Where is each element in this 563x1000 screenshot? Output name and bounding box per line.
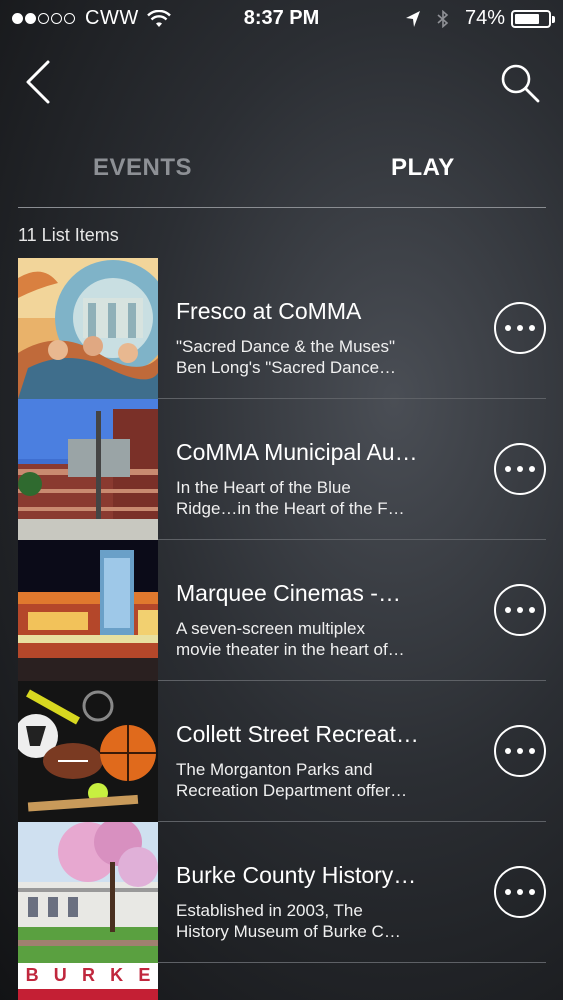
list-item[interactable]: Fresco at CoMMA "Sacred Dance & the Muse… [18,258,546,399]
item-title: Marquee Cinemas -… [176,580,401,606]
item-title: Collett Street Recreat… [176,721,419,747]
logo-letter: U [53,965,67,985]
item-description-line: The Morganton Parks and [176,760,373,779]
more-dot-icon [505,325,511,331]
item-description: The Morganton Parks and Recreation Depar… [176,759,446,801]
location-arrow-icon [405,10,420,27]
more-options-button[interactable] [494,443,546,495]
item-description-line: A seven-screen multiplex [176,619,365,638]
item-description: "Sacred Dance & the Muses" Ben Long's "S… [176,336,446,378]
item-description: In the Heart of the Blue Ridge…in the He… [176,477,446,519]
more-dot-icon [505,466,511,472]
partial-list-item-thumbnail[interactable]: BURKE [18,963,158,1000]
item-title: Burke County History… [176,862,417,888]
battery-fill [515,13,539,24]
logo-letter: B [25,965,39,985]
sports-thumbnail [18,681,158,822]
item-description-line: In the Heart of the Blue [176,478,351,497]
item-description-line: Established in 2003, The [176,901,363,920]
list: Fresco at CoMMA "Sacred Dance & the Muse… [18,258,546,963]
list-item[interactable]: Marquee Cinemas -… A seven-screen multip… [18,540,546,681]
more-dot-icon [505,748,511,754]
logo-letter: E [138,965,151,985]
logo-letter: K [110,965,124,985]
item-description-line: History Museum of Burke C… [176,922,401,941]
battery-icon [511,9,555,28]
search-icon [501,64,540,103]
auditorium-thumbnail [18,399,158,540]
museum-thumbnail [18,822,158,963]
list-item[interactable]: Burke County History… Established in 200… [18,822,546,963]
tab-bar: EVENTS PLAY [18,140,546,208]
more-options-button[interactable] [494,302,546,354]
bluetooth-icon [437,9,449,28]
item-description: A seven-screen multiplex movie theater i… [176,618,446,660]
divider [158,962,546,963]
item-title: CoMMA Municipal Au… [176,439,418,465]
status-right: 74% [405,7,555,30]
status-bar: CWW 8:37 PM 74% [0,0,563,38]
tab-play[interactable]: PLAY [391,154,455,182]
item-description-line: Ridge…in the Heart of the F… [176,499,405,518]
list-item[interactable]: CoMMA Municipal Au… In the Heart of the … [18,399,546,540]
search-button[interactable] [499,62,541,104]
logo-letter: R [81,965,95,985]
item-description: Established in 2003, The History Museum … [176,900,446,942]
more-dot-icon [505,889,511,895]
more-options-button[interactable] [494,584,546,636]
tab-events[interactable]: EVENTS [93,154,192,182]
item-description-line: movie theater in the heart of… [176,640,405,659]
list-item-count: 11 List Items [18,225,119,245]
list-item[interactable]: Collett Street Recreat… The Morganton Pa… [18,681,546,822]
fresco-thumbnail [18,258,158,399]
item-description-line: Recreation Department offer… [176,781,408,800]
item-description-line: Ben Long's "Sacred Dance… [176,358,397,377]
more-options-button[interactable] [494,725,546,777]
cinema-thumbnail [18,540,158,681]
battery-percentage: 74% [464,7,505,29]
more-dot-icon [505,607,511,613]
chevron-left-icon [26,60,50,104]
more-options-button[interactable] [494,866,546,918]
item-description-line: "Sacred Dance & the Muses" [176,337,396,356]
burke-logo-text: BURKE [18,965,158,986]
item-title: Fresco at CoMMA [176,298,362,324]
back-button[interactable] [20,58,60,106]
